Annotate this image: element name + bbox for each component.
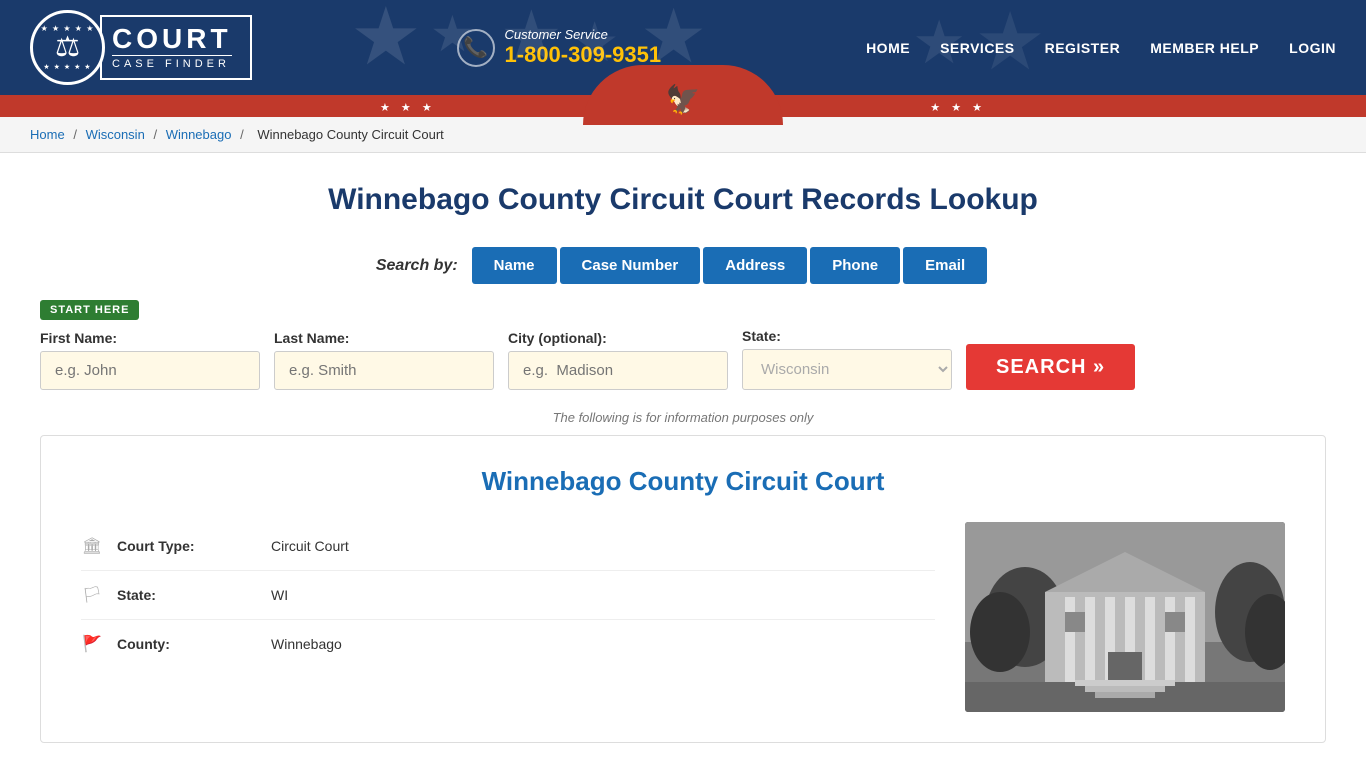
court-type-value: Circuit Court	[271, 538, 349, 554]
page-title: Winnebago County Circuit Court Records L…	[40, 183, 1326, 217]
customer-service-label: Customer Service	[505, 27, 662, 42]
breadcrumb-county[interactable]: Winnebago	[166, 127, 232, 142]
breadcrumb-court: Winnebago County Circuit Court	[257, 127, 443, 142]
nav-services[interactable]: SERVICES	[940, 40, 1015, 56]
eagle-arc: 🦅	[583, 65, 783, 125]
city-group: City (optional):	[508, 330, 728, 390]
phone-icon: 📞	[457, 29, 495, 67]
info-note: The following is for information purpose…	[40, 410, 1326, 425]
court-info-box: Winnebago County Circuit Court 🏛 Court T…	[40, 435, 1326, 743]
court-detail-row-type: 🏛 Court Type: Circuit Court	[81, 522, 935, 571]
court-details: 🏛 Court Type: Circuit Court 🏳 State: WI …	[81, 522, 1285, 712]
last-name-input[interactable]	[274, 351, 494, 390]
first-name-input[interactable]	[40, 351, 260, 390]
courthouse-icon: 🏛	[81, 536, 103, 556]
logo-emblem: ★ ★ ★ ★ ★ ⚖ ★ ★ ★ ★ ★	[30, 10, 105, 85]
tab-email[interactable]: Email	[903, 247, 987, 284]
tab-case-number[interactable]: Case Number	[560, 247, 701, 284]
state-value-detail: WI	[271, 587, 288, 603]
court-detail-row-state: 🏳 State: WI	[81, 571, 935, 620]
county-flag-icon: 🚩	[81, 634, 103, 654]
tab-address[interactable]: Address	[703, 247, 807, 284]
state-select[interactable]: Wisconsin	[742, 349, 952, 390]
city-label: City (optional):	[508, 330, 728, 346]
logo-text: COURT CASE FINDER	[100, 15, 252, 80]
nav-register[interactable]: REGISTER	[1045, 40, 1121, 56]
search-button[interactable]: SEARCH »	[966, 344, 1135, 390]
eagle-center: 🦅	[583, 65, 783, 125]
search-by-label: Search by:	[376, 257, 458, 275]
state-label: State:	[742, 328, 952, 344]
court-info-title: Winnebago County Circuit Court	[81, 466, 1285, 497]
nav-member-help[interactable]: MEMBER HELP	[1150, 40, 1259, 56]
court-details-left: 🏛 Court Type: Circuit Court 🏳 State: WI …	[81, 522, 935, 712]
main-nav: HOME SERVICES REGISTER MEMBER HELP LOGIN	[866, 40, 1336, 56]
last-name-group: Last Name:	[274, 330, 494, 390]
customer-service: 📞 Customer Service 1-800-309-9351	[457, 27, 662, 68]
last-name-label: Last Name:	[274, 330, 494, 346]
city-input[interactable]	[508, 351, 728, 390]
eagle-banner: 🦅 ★ ★ ★ ★ ★ ★	[0, 95, 1366, 117]
county-label-detail: County:	[117, 636, 257, 652]
state-flag-icon: 🏳	[81, 585, 103, 605]
eagle-icon: 🦅	[666, 83, 701, 116]
site-logo[interactable]: ★ ★ ★ ★ ★ ⚖ ★ ★ ★ ★ ★ COURT CASE FINDER	[30, 10, 252, 85]
start-here-badge: START HERE	[40, 300, 139, 320]
tab-phone[interactable]: Phone	[810, 247, 900, 284]
tab-name[interactable]: Name	[472, 247, 557, 284]
main-content: Winnebago County Circuit Court Records L…	[0, 153, 1366, 773]
state-group: State: Wisconsin	[742, 328, 952, 390]
search-form-area: START HERE First Name: Last Name: City (…	[40, 300, 1326, 390]
court-type-label: Court Type:	[117, 538, 257, 554]
state-label-detail: State:	[117, 587, 257, 603]
county-value-detail: Winnebago	[271, 636, 342, 652]
first-name-label: First Name:	[40, 330, 260, 346]
courthouse-image	[965, 522, 1285, 712]
form-row: First Name: Last Name: City (optional): …	[40, 328, 1326, 390]
nav-login[interactable]: LOGIN	[1289, 40, 1336, 56]
search-by-row: Search by: Name Case Number Address Phon…	[40, 247, 1326, 284]
first-name-group: First Name:	[40, 330, 260, 390]
breadcrumb-state[interactable]: Wisconsin	[86, 127, 145, 142]
court-detail-row-county: 🚩 County: Winnebago	[81, 620, 935, 668]
nav-home[interactable]: HOME	[866, 40, 910, 56]
breadcrumb-home[interactable]: Home	[30, 127, 65, 142]
